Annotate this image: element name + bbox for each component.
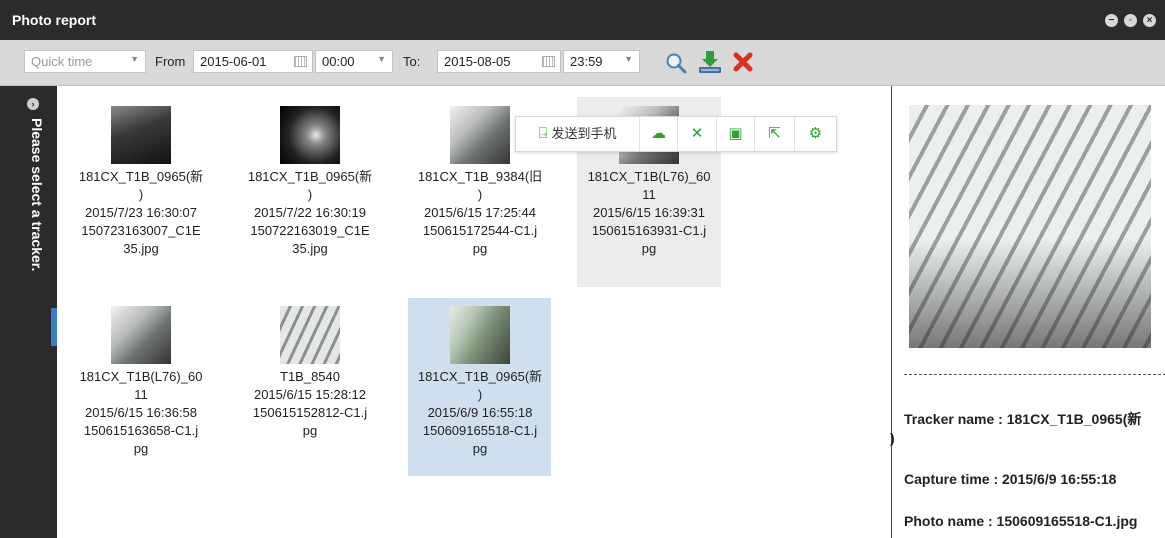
to-time-select[interactable]: 23:59 ▼ xyxy=(563,50,640,73)
photo-capture-time: 2015/7/23 16:30:07 xyxy=(84,205,198,220)
photo-thumbnail[interactable] xyxy=(280,106,340,164)
photo-tracker-name: 181CX_T1B(L76)_60 xyxy=(79,369,203,384)
photo-tracker-name: 181CX_T1B_0965(新 xyxy=(78,169,204,184)
fullscreen-button[interactable]: ✕ xyxy=(678,117,717,151)
from-label: From xyxy=(155,54,186,69)
photo-file-name-wrap: 35.jpg xyxy=(123,241,159,256)
send-to-phone-button[interactable]: ⍈ 发送到手机 xyxy=(516,117,640,151)
chevron-down-icon: ▼ xyxy=(624,54,633,64)
photo-item[interactable]: T1B_8540 2015/6/15 15:28:12 150615152812… xyxy=(240,306,380,440)
photo-action-popup: ⍈ 发送到手机 ☁ ✕ ▣ ⇱ ⚙ xyxy=(515,116,837,152)
gear-icon: ⚙ xyxy=(808,125,823,142)
cloud-upload-button[interactable]: ☁ xyxy=(640,117,678,151)
send-to-phone-icon: ⍈ xyxy=(538,125,548,142)
photo-tracker-name: 181CX_T1B_0965(新 xyxy=(417,369,543,384)
download-icon[interactable] xyxy=(697,50,723,74)
photo-capture-time: 2015/6/15 15:28:12 xyxy=(253,387,367,402)
send-to-phone-label: 发送到手机 xyxy=(551,126,617,141)
tracker-name-info-wrap: ) xyxy=(890,430,895,446)
photo-thumbnail[interactable] xyxy=(450,106,510,164)
photo-file-name: 150723163007_C1E xyxy=(81,223,201,238)
filter-toolbar: Quick time ▼ From 2015-06-01 00:00 ▼ To:… xyxy=(0,40,1165,86)
photo-tracker-name-wrap: ) xyxy=(307,187,313,202)
photo-tracker-name-wrap: 11 xyxy=(642,187,656,202)
photo-tracker-name: 181CX_T1B_9384(旧 xyxy=(417,169,543,184)
photo-tracker-name: T1B_8540 xyxy=(280,369,340,384)
photo-tracker-name-wrap: ) xyxy=(477,187,483,202)
photo-file-name-wrap: pg xyxy=(472,441,488,456)
photo-item-selected[interactable]: 181CX_T1B_0965(新 ) 2015/6/9 16:55:18 150… xyxy=(410,306,550,458)
tracker-side-panel[interactable]: › Please select a tracker. xyxy=(0,86,57,538)
calendar-icon[interactable] xyxy=(294,56,307,67)
expand-icon: ✕ xyxy=(690,125,704,142)
photo-file-name-wrap: pg xyxy=(472,241,488,256)
from-time-select[interactable]: 00:00 ▼ xyxy=(315,50,393,73)
capture-time-info: Capture time : 2015/6/9 16:55:18 xyxy=(904,471,1117,487)
photo-file-name-wrap: pg xyxy=(641,241,657,256)
photo-file-name-wrap: pg xyxy=(133,441,149,456)
chevron-down-icon: ▼ xyxy=(377,54,386,64)
from-time-value: 00:00 xyxy=(322,54,355,69)
photo-file-name: 150615172544-C1.j xyxy=(422,223,538,238)
chevron-right-icon[interactable]: › xyxy=(27,98,39,110)
photo-capture-time: 2015/6/15 16:39:31 xyxy=(592,205,706,220)
photo-preview-image[interactable] xyxy=(909,105,1151,348)
photo-file-name-wrap: pg xyxy=(302,423,318,438)
from-date-value: 2015-06-01 xyxy=(200,54,267,69)
photo-file-name: 150722163019_C1E xyxy=(250,223,370,238)
quick-time-value: Quick time xyxy=(31,54,93,69)
search-icon[interactable] xyxy=(665,52,687,74)
photo-tracker-name-wrap: ) xyxy=(138,187,144,202)
photo-preview-panel: Tracker name : 181CX_T1B_0965(新 ) Captur… xyxy=(890,86,1165,538)
delete-icon[interactable] xyxy=(732,51,754,73)
calendar-icon[interactable] xyxy=(542,56,555,67)
photo-capture-time: 2015/6/9 16:55:18 xyxy=(427,405,533,420)
to-time-value: 23:59 xyxy=(570,54,603,69)
restore-icon[interactable]: ◦ xyxy=(1124,14,1137,27)
share-icon: ⇱ xyxy=(768,125,781,142)
save-button[interactable]: ▣ xyxy=(717,117,755,151)
quick-time-select[interactable]: Quick time ▼ xyxy=(24,50,146,73)
photo-item[interactable]: 181CX_T1B(L76)_60 11 2015/6/15 16:36:58 … xyxy=(71,306,211,458)
photo-capture-time: 2015/6/15 17:25:44 xyxy=(423,205,537,220)
chevron-down-icon: ▼ xyxy=(130,54,139,64)
photo-item[interactable]: 181CX_T1B_0965(新 ) 2015/7/23 16:30:07 15… xyxy=(71,106,211,258)
panel-resize-handle[interactable] xyxy=(51,308,57,346)
photo-file-name-wrap: 35.jpg xyxy=(292,241,328,256)
photo-capture-time: 2015/7/22 16:30:19 xyxy=(253,205,367,220)
photo-thumbnail[interactable] xyxy=(450,306,510,364)
divider xyxy=(904,374,1165,375)
title-bar: Photo report − ◦ × xyxy=(0,0,1165,40)
to-label: To: xyxy=(403,54,421,69)
photo-tracker-name: 181CX_T1B(L76)_60 xyxy=(587,169,711,184)
from-date-input[interactable]: 2015-06-01 xyxy=(193,50,313,73)
window-title: Photo report xyxy=(12,12,96,28)
share-button[interactable]: ⇱ xyxy=(755,117,795,151)
photo-thumbnail[interactable] xyxy=(111,306,171,364)
photo-file-name: 150615163658-C1.j xyxy=(83,423,199,438)
photo-tracker-name-wrap: 11 xyxy=(134,387,148,402)
to-date-value: 2015-08-05 xyxy=(444,54,511,69)
photo-thumbnail[interactable] xyxy=(280,306,340,364)
cloud-icon: ☁ xyxy=(651,125,666,142)
settings-button[interactable]: ⚙ xyxy=(795,117,836,151)
select-tracker-hint: Please select a tracker. xyxy=(29,118,45,272)
to-date-input[interactable]: 2015-08-05 xyxy=(437,50,561,73)
photo-file-name: 150615152812-C1.j xyxy=(252,405,368,420)
tracker-name-info: Tracker name : 181CX_T1B_0965(新 xyxy=(904,411,1142,427)
close-icon[interactable]: × xyxy=(1143,14,1156,27)
photo-item[interactable]: 181CX_T1B_0965(新 ) 2015/7/22 16:30:19 15… xyxy=(240,106,380,258)
photo-capture-time: 2015/6/15 16:36:58 xyxy=(84,405,198,420)
photo-tracker-name-wrap: ) xyxy=(477,387,483,402)
save-icon: ▣ xyxy=(728,125,743,142)
photo-thumbnail[interactable] xyxy=(111,106,171,164)
photo-tracker-name: 181CX_T1B_0965(新 xyxy=(247,169,373,184)
photo-name-info: Photo name : 150609165518-C1.jpg xyxy=(904,513,1138,529)
photo-file-name: 150609165518-C1.j xyxy=(422,423,538,438)
photo-file-name: 150615163931-C1.j xyxy=(591,223,707,238)
minimize-icon[interactable]: − xyxy=(1105,14,1118,27)
